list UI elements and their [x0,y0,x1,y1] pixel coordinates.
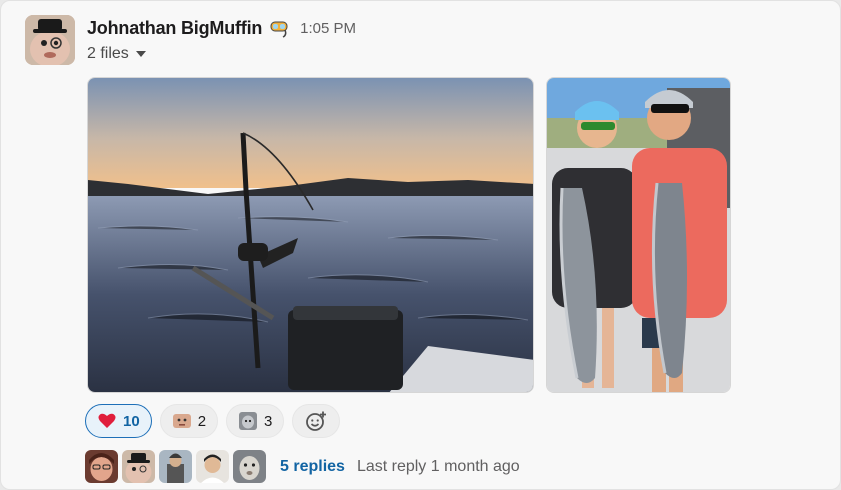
snorkel-mask-icon[interactable] [268,17,290,39]
message-timestamp[interactable]: 1:05 PM [300,20,356,37]
replies-link[interactable]: 5 replies [280,458,345,476]
participant-avatar [159,450,192,483]
custom-pet-icon [239,412,258,430]
participant-avatar [122,450,155,483]
add-emoji-icon [306,411,327,431]
heart-icon [98,413,116,428]
participant-avatar [233,450,266,483]
last-reply-text: Last reply 1 month ago [356,457,520,475]
reaction-heart[interactable]: 10 [85,404,152,438]
reactions-bar: 10 2 3 [85,404,341,438]
attachment-image-salmon[interactable] [546,77,731,393]
reaction-count: 2 [197,412,207,430]
reaction-custom-pet[interactable]: 3 [226,404,285,438]
reaction-custom-face[interactable]: 2 [159,404,219,438]
files-toggle[interactable]: 2 files [87,45,146,63]
thread-summary[interactable]: 5 replies Last reply 1 month ago [85,450,520,483]
files-label: 2 files [87,45,129,62]
caret-down-icon [135,51,146,57]
participant-avatar [196,450,229,483]
message-header: Johnathan BigMuffin 1:05 PM [87,15,356,41]
participant-avatar [85,450,118,483]
author-avatar[interactable] [25,15,75,65]
reaction-count: 10 [123,412,140,430]
reaction-count: 3 [264,412,273,430]
attachment-image-sunset[interactable] [87,77,534,393]
add-reaction-button[interactable] [292,404,341,438]
custom-face-icon [172,414,191,428]
author-name[interactable]: Johnathan BigMuffin [87,18,262,39]
message-card: Johnathan BigMuffin 1:05 PM 2 files 10 2… [0,0,841,490]
